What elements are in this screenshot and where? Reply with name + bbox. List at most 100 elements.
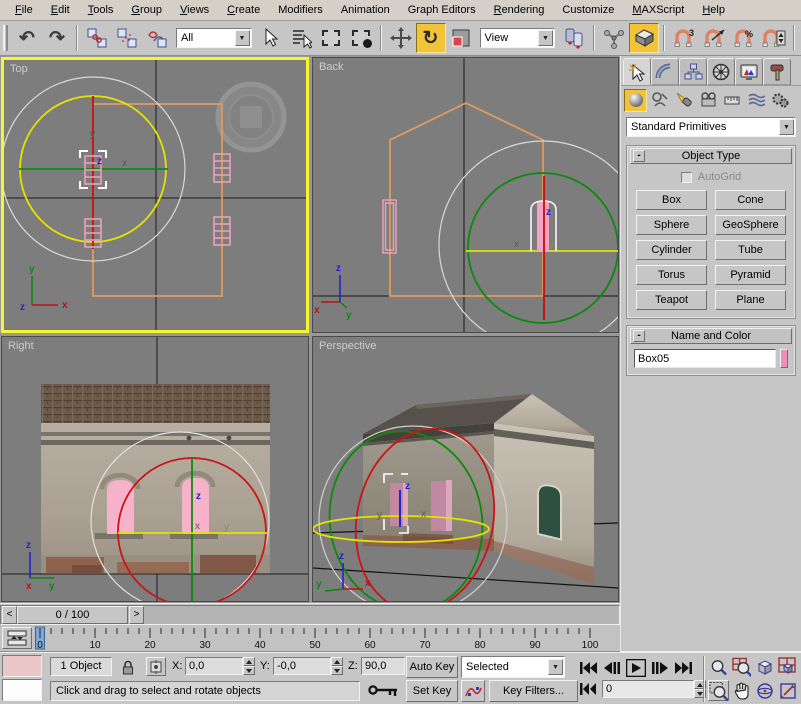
cylinder-button[interactable]: Cylinder [636,240,707,260]
menu-maxscript[interactable]: MAXScript [623,2,693,18]
viewport-right-canvas[interactable]: z x y z x y [2,337,308,601]
key-filters-button[interactable]: Key Filters... [489,680,578,702]
select-and-scale-button[interactable] [446,23,476,53]
angle-snap-toggle[interactable] [699,23,729,53]
name-and-color-rollout-header[interactable]: - Name and Color [630,328,792,344]
toolbar-grip[interactable] [3,25,8,51]
category-helpers[interactable] [720,89,743,112]
category-lights[interactable] [672,89,695,112]
tube-button[interactable]: Tube [715,240,786,260]
current-frame-field[interactable] [602,680,694,698]
maxscript-mini-listener-pink[interactable] [2,655,42,677]
sphere-button[interactable]: Sphere [636,215,707,235]
menu-edit[interactable]: Edit [42,2,79,18]
geosphere-button[interactable]: GeoSphere [715,215,786,235]
zoom-all-button[interactable] [731,656,752,677]
bind-to-space-warp-button[interactable] [142,23,172,53]
autogrid-checkbox[interactable] [681,172,692,183]
next-frame-button[interactable] [652,662,668,674]
go-to-start-button[interactable] [580,662,598,674]
teapot-button[interactable]: Teapot [636,290,707,310]
selection-lock-toggle[interactable] [118,657,138,676]
tab-modify[interactable] [651,58,679,85]
default-in-out-tangents-button[interactable] [461,680,485,702]
chevron-down-icon[interactable]: ▼ [548,659,563,675]
arc-rotate-button[interactable] [754,680,775,701]
maxscript-mini-listener-white[interactable] [2,679,42,701]
category-systems[interactable] [768,89,791,112]
viewport-right[interactable]: z x y z x y Right [1,336,309,602]
chevron-down-icon[interactable]: ▼ [779,119,794,135]
next-frame-arrow[interactable]: > [129,606,144,624]
primitive-category-dropdown[interactable]: Standard Primitives ▼ [626,117,796,137]
z-coordinate-field[interactable] [361,657,405,675]
zoom-extents-all-button[interactable] [777,656,798,677]
category-geometry[interactable] [624,89,647,112]
auto-key-button[interactable]: Auto Key [406,656,458,678]
tab-utilities[interactable] [763,58,791,85]
maximize-viewport-toggle[interactable] [777,680,798,701]
select-object-button[interactable] [256,23,286,53]
chevron-down-icon[interactable]: ▼ [235,30,250,46]
menu-modifiers[interactable]: Modifiers [269,2,332,18]
house-wireframe[interactable] [390,103,543,296]
viewport-right-label[interactable]: Right [8,340,34,352]
menu-views[interactable]: Views [171,2,218,18]
viewport-back-canvas[interactable]: x y z z x y [313,58,618,332]
object-name-input[interactable] [634,349,776,368]
previous-frame-button[interactable] [604,662,620,674]
selection-filter-dropdown[interactable]: All ▼ [176,28,252,48]
viewport-top[interactable]: y x z y x z Top [1,57,309,333]
torus-button[interactable]: Torus [636,265,707,285]
undo-button[interactable]: ↶ [12,23,42,53]
chevron-down-icon[interactable]: ▼ [538,30,553,46]
key-filter-scope-dropdown[interactable]: Selected ▼ [461,656,565,678]
select-by-name-button[interactable] [286,23,316,53]
pyramid-button[interactable]: Pyramid [715,265,786,285]
category-cameras[interactable] [696,89,719,112]
menu-group[interactable]: Group [122,2,171,18]
box-button[interactable]: Box [636,190,707,210]
menu-rendering[interactable]: Rendering [485,2,554,18]
x-coordinate-field[interactable] [185,657,243,675]
time-slider-handle[interactable]: 0 / 100 [17,606,128,624]
window-crossing-toggle[interactable] [346,23,376,53]
unlink-selection-button[interactable] [112,23,142,53]
select-and-link-button[interactable] [82,23,112,53]
set-keys-button[interactable] [366,679,402,701]
menu-customize[interactable]: Customize [553,2,623,18]
tab-motion[interactable] [707,58,735,85]
keyboard-shortcut-override-toggle[interactable] [629,23,659,53]
zoom-button[interactable] [708,656,729,677]
viewport-perspective[interactable]: z x y z y x Perspective [312,336,619,602]
tab-hierarchy[interactable] [679,58,707,85]
pan-view-button[interactable] [731,680,752,701]
menu-help[interactable]: Help [693,2,734,18]
zoom-extents-button[interactable] [754,656,775,677]
menu-create[interactable]: Create [218,2,269,18]
go-to-end-button[interactable] [674,662,692,674]
reference-coordinate-dropdown[interactable]: View ▼ [480,28,556,48]
house-wireframe[interactable] [93,104,222,296]
x-spinner[interactable] [243,657,255,675]
select-and-rotate-button[interactable]: ↻ [416,23,446,53]
open-mini-curve-editor-button[interactable] [2,627,32,649]
track-bar-ruler[interactable]: 0102030405060708090100 [32,625,616,651]
rotate-gizmo[interactable] [439,141,618,332]
tab-display[interactable] [735,58,763,85]
viewport-perspective-label[interactable]: Perspective [319,340,376,352]
key-mode-toggle[interactable] [580,683,596,697]
snaps-toggle-button[interactable]: 3 [669,23,699,53]
y-spinner[interactable] [331,657,343,675]
cone-button[interactable]: Cone [715,190,786,210]
menu-animation[interactable]: Animation [332,2,399,18]
viewport-top-label[interactable]: Top [10,63,28,75]
set-key-button[interactable]: Set Key [406,680,458,702]
menu-file[interactable]: File [6,2,42,18]
plane-button[interactable]: Plane [715,290,786,310]
use-pivot-point-button[interactable] [559,23,589,53]
category-shapes[interactable] [648,89,671,112]
menu-graph-editors[interactable]: Graph Editors [399,2,485,18]
y-coordinate-field[interactable] [273,657,331,675]
zoom-region-button[interactable] [708,680,729,701]
